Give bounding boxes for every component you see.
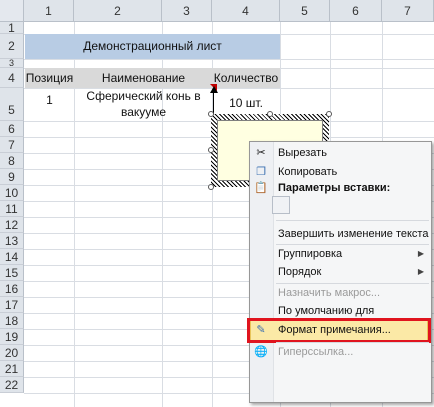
column-header-6[interactable]: 6 <box>330 0 382 22</box>
row-header-14[interactable]: 14 <box>0 249 24 265</box>
resize-handle[interactable] <box>326 111 332 117</box>
row-header-10[interactable]: 10 <box>0 185 24 201</box>
menu-item-assign-macro-label: Назначить макрос... <box>278 287 381 299</box>
menu-item-assign-macro: Назначить макрос... <box>250 283 429 303</box>
row-header-17[interactable]: 17 <box>0 297 24 313</box>
column-header-7[interactable]: 7 <box>382 0 434 22</box>
row-header-21[interactable]: 21 <box>0 361 24 377</box>
annotation-red-box <box>247 318 431 343</box>
row-header-11[interactable]: 11 <box>0 201 24 217</box>
header-cell-quantity[interactable]: Количество <box>212 70 280 86</box>
header-cell-position[interactable]: Позиция <box>25 70 74 86</box>
cell-name-line-2[interactable]: вакууме <box>75 104 212 120</box>
menu-item-order[interactable]: Порядок ▶ <box>250 262 429 282</box>
menu-section-paste-options: 📋 Параметры вставки: <box>250 178 429 198</box>
menu-item-hyperlink: 🌐 Гиперссылка... <box>250 342 429 362</box>
select-all-corner[interactable] <box>0 0 24 22</box>
resize-handle[interactable] <box>267 111 273 117</box>
cell-quantity-value[interactable]: 10 шт. <box>212 96 280 110</box>
resize-handle[interactable] <box>208 147 214 153</box>
row-header-16[interactable]: 16 <box>0 281 24 297</box>
header-cell-name[interactable]: Наименование <box>75 70 212 86</box>
comment-arrow-head <box>210 86 218 93</box>
row-header-15[interactable]: 15 <box>0 265 24 281</box>
row-header-18[interactable]: 18 <box>0 313 24 329</box>
row-header-5[interactable]: 5 <box>0 88 24 121</box>
row-header-7[interactable]: 7 <box>0 137 24 153</box>
column-header-4[interactable]: 4 <box>212 0 280 22</box>
submenu-arrow-icon: ▶ <box>417 267 424 276</box>
menu-section-paste-options-label: Параметры вставки: <box>278 182 391 194</box>
spreadsheet-grid: 1 2 3 4 5 6 7 1 2 3 4 5 6 7 8 9 10 11 12… <box>0 0 434 407</box>
menu-item-cut-label: Вырезать <box>278 147 327 159</box>
menu-item-order-label: Порядок <box>278 266 322 278</box>
row-header-2[interactable]: 2 <box>0 34 24 59</box>
menu-item-cut[interactable]: ✂ Вырезать <box>250 143 429 163</box>
submenu-arrow-icon: ▶ <box>417 249 424 258</box>
column-header-1[interactable]: 1 <box>24 0 74 22</box>
row-header-22[interactable]: 22 <box>0 377 24 393</box>
column-header-2[interactable]: 2 <box>74 0 162 22</box>
row-header-4[interactable]: 4 <box>0 68 24 88</box>
resize-handle[interactable] <box>208 184 214 190</box>
row-header-9[interactable]: 9 <box>0 169 24 185</box>
menu-separator <box>276 220 429 221</box>
menu-item-grouping-label: Группировка <box>278 248 343 260</box>
resize-handle[interactable] <box>208 111 214 117</box>
menu-item-exit-edit-text-label: Завершить изменение текста <box>278 228 429 240</box>
cell-name-line-1[interactable]: Сферический конь в <box>75 88 212 104</box>
paste-icon: 📋 <box>254 182 268 194</box>
row-header-13[interactable]: 13 <box>0 233 24 249</box>
hyperlink-icon: 🌐 <box>254 346 268 358</box>
cell-position-value[interactable]: 1 <box>25 93 74 107</box>
menu-item-hyperlink-label: Гиперссылка... <box>278 346 354 358</box>
row-header-1[interactable]: 1 <box>0 22 24 34</box>
title-banner-cell[interactable]: Демонстрационный лист <box>25 34 280 59</box>
row-header-3[interactable]: 3 <box>0 59 24 68</box>
row-header-8[interactable]: 8 <box>0 153 24 169</box>
paste-option-button[interactable] <box>272 196 290 214</box>
gridline <box>24 59 434 60</box>
column-header-3[interactable]: 3 <box>162 0 212 22</box>
menu-item-exit-edit-text[interactable]: Завершить изменение текста <box>250 224 429 244</box>
row-header-20[interactable]: 20 <box>0 345 24 361</box>
menu-item-grouping[interactable]: Группировка ▶ <box>250 244 429 264</box>
scissors-icon: ✂ <box>256 147 266 159</box>
row-header-12[interactable]: 12 <box>0 217 24 233</box>
row-header-6[interactable]: 6 <box>0 121 24 137</box>
copy-icon: ❐ <box>256 166 266 178</box>
row-header-19[interactable]: 19 <box>0 329 24 345</box>
column-header-5[interactable]: 5 <box>280 0 330 22</box>
